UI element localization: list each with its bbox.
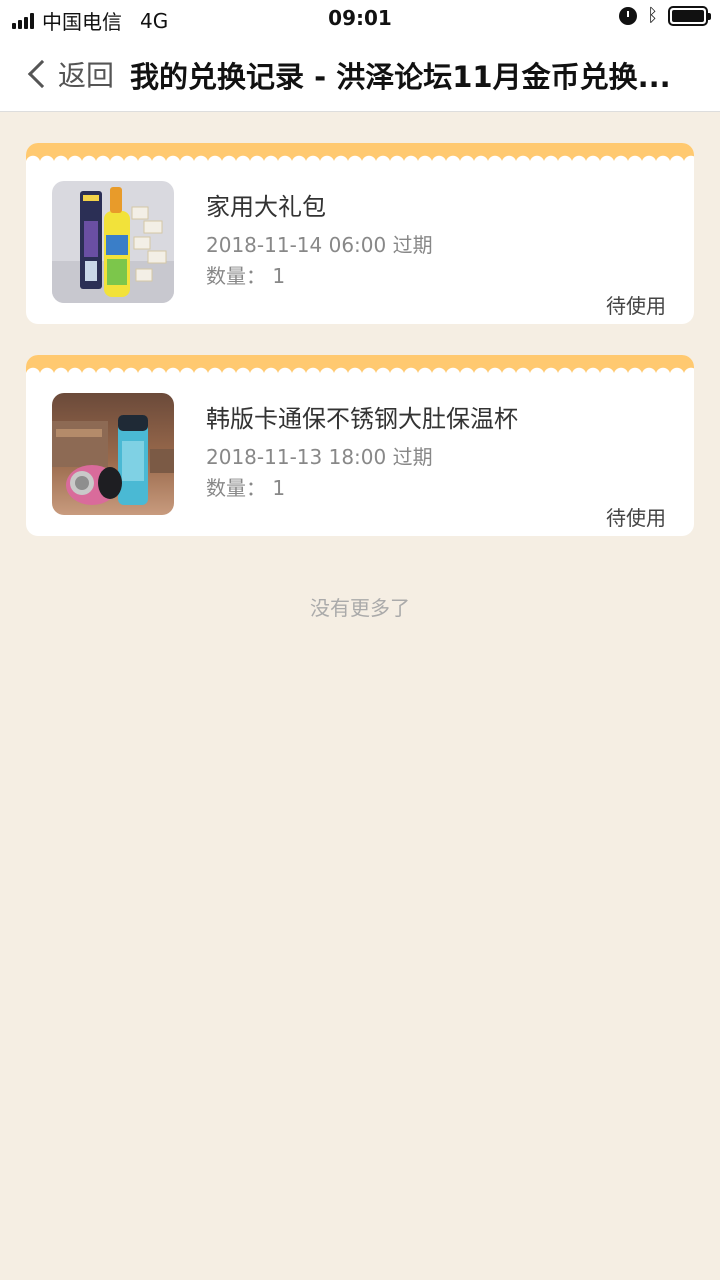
status-label: 待使用 <box>606 506 666 530</box>
item-quantity: 数量： 1 <box>206 476 286 500</box>
item-expiry: 2018-11-14 06:00 过期 <box>206 233 433 257</box>
no-more-text: 没有更多了 <box>310 596 410 620</box>
record-card[interactable]: 韩版卡通保不锈钢大肚保温杯 2018-11-13 18:00 过期 数量： 1 … <box>26 355 694 536</box>
item-name: 家用大礼包 <box>206 193 326 221</box>
back-button[interactable]: 返回 <box>24 54 114 94</box>
card-scallop-edge <box>26 365 694 375</box>
card-scallop-edge <box>26 153 694 163</box>
product-image <box>52 393 174 515</box>
item-name: 韩版卡通保不锈钢大肚保温杯 <box>206 405 518 433</box>
chevron-left-icon <box>27 59 57 89</box>
status-time: 09:01 <box>328 6 392 30</box>
bluetooth-icon: ᛒ <box>647 5 658 26</box>
record-list: 家用大礼包 2018-11-14 06:00 过期 数量： 1 待使用 韩版卡通… <box>26 143 694 567</box>
status-bar: 中国电信 4G 09:01 ᛒ <box>0 0 720 36</box>
status-right: ᛒ <box>619 5 711 26</box>
product-image <box>52 181 174 303</box>
battery-icon <box>668 5 711 26</box>
page-title: 我的兑换记录 - 洪泽论坛11月金币兑换... <box>130 60 671 94</box>
record-card[interactable]: 家用大礼包 2018-11-14 06:00 过期 数量： 1 待使用 <box>26 143 694 324</box>
item-expiry: 2018-11-13 18:00 过期 <box>206 445 433 469</box>
back-label: 返回 <box>58 59 115 92</box>
item-quantity: 数量： 1 <box>206 264 286 288</box>
status-label: 待使用 <box>606 294 666 318</box>
alarm-icon <box>619 6 638 25</box>
nav-bar: 返回 我的兑换记录 - 洪泽论坛11月金币兑换... <box>0 36 720 112</box>
